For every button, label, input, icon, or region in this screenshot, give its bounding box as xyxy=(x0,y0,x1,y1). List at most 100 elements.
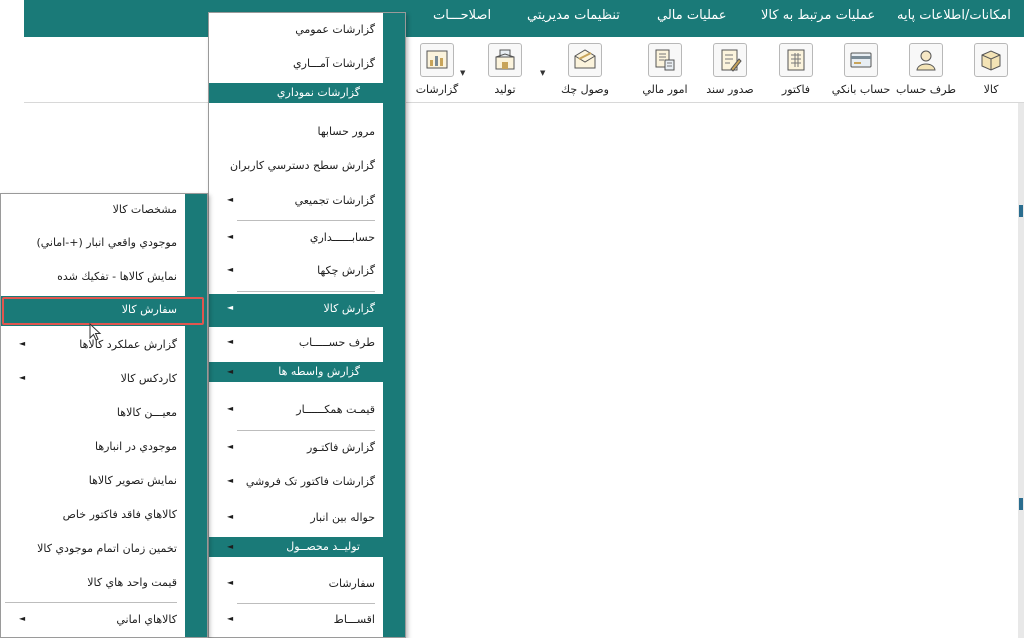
menu-item-goods-specs[interactable]: مشخصات کالا xyxy=(1,195,207,228)
menu-item-label: گزارشات تجمیعي xyxy=(294,194,375,207)
toolbar-reports-button[interactable]: گزارشات xyxy=(404,41,470,101)
right-scroll-marker xyxy=(1019,498,1023,510)
menu-item-partner-price[interactable]: قیمـت همکــــــار ◄ xyxy=(209,395,405,428)
submenu-arrow-icon: ◄ xyxy=(19,614,26,623)
submenu-arrow-icon: ◄ xyxy=(227,367,234,376)
menu-item-label: قیمت واحد هاي کالا xyxy=(87,576,177,589)
menu-item-real-inventory[interactable]: موجودي واقعي انبار (+-اماني) xyxy=(1,228,207,261)
menu-item-goods-performance[interactable]: گزارش عملکرد کالاها ◄ xyxy=(1,330,207,363)
menu-item-general-reports[interactable]: گزارشات عمومي xyxy=(209,15,405,48)
menu-item-label: معیـــن کالاها xyxy=(116,406,177,419)
toolbar-financial-affairs-button[interactable]: امور مالي xyxy=(632,41,698,101)
menu-item-user-access-report[interactable]: گزارش سطح دسترسي کاربران xyxy=(209,151,405,184)
toolbar-cheque-receive-button[interactable]: ▼ وصول چك xyxy=(540,41,618,101)
menu-separator xyxy=(237,430,375,431)
menu-item-label: طرف حســـــاب xyxy=(298,336,375,349)
menu-item-label: سفارشات xyxy=(328,577,375,590)
menu-item-goods-report[interactable]: گزارش کالا ◄ xyxy=(209,294,405,327)
menu-header-intermediaries-report: گزارش واسطه ها ◄ xyxy=(209,362,405,382)
submenu-arrow-icon: ◄ xyxy=(227,337,234,346)
submenu-arrow-icon: ◄ xyxy=(227,476,234,485)
window-left-edge xyxy=(0,0,24,37)
menu-item-goods-ledger[interactable]: معیـــن کالاها xyxy=(1,398,207,431)
menu-item-consignment-goods[interactable]: کالاهاي اماني ◄ xyxy=(1,605,207,638)
menu-item-statistical-reports[interactable]: گزارشات آمـــاري xyxy=(209,49,405,82)
toolbar-production-button[interactable]: ▼ تولید xyxy=(460,41,538,101)
menu-item-label: موجودي واقعي انبار (+-اماني) xyxy=(36,236,177,249)
menu-item-label: گزارش سطح دسترسي کاربران xyxy=(230,159,375,172)
menu-item-aggregate-reports[interactable]: گزارشات تجمیعي ◄ xyxy=(209,186,405,219)
box-icon xyxy=(974,43,1008,77)
toolbar-financial-affairs-label: امور مالي xyxy=(642,83,688,96)
right-scrollbar[interactable] xyxy=(1018,103,1024,638)
submenu-arrow-icon: ◄ xyxy=(19,339,26,348)
menu-item-unit-prices[interactable]: قیمت واحد هاي کالا xyxy=(1,568,207,601)
menu-item-orders[interactable]: سفارشات ◄ xyxy=(209,569,405,602)
menu-header-product-production: تولیــد محصــول ◄ xyxy=(209,537,405,557)
menu-separator xyxy=(5,602,177,603)
production-icon xyxy=(488,43,522,77)
menu-header-label: گزارشات نموداري xyxy=(276,86,360,99)
submenu-arrow-icon: ◄ xyxy=(227,195,234,204)
menu-item-label: حسابــــــداري xyxy=(309,231,375,244)
menu-item-cheque-report[interactable]: گزارش چکها ◄ xyxy=(209,256,405,289)
menu-financial[interactable]: عملیات مالي xyxy=(657,8,727,23)
menu-item-label: حواله بین انبار xyxy=(310,511,375,524)
menu-admin-settings[interactable]: تنظیمات مدیریتي xyxy=(527,8,620,23)
reports-dropdown-menu: گزارشات عمومي گزارشات آمـــاري گزارشات ن… xyxy=(208,12,406,638)
submenu-arrow-icon: ◄ xyxy=(227,442,234,451)
menu-item-label: موجودي در انبارها xyxy=(94,440,177,453)
menu-item-goods-images[interactable]: نمایش تصویر کالاها xyxy=(1,466,207,499)
toolbar-reports-label: گزارشات xyxy=(415,83,459,96)
menu-item-single-sale-invoice-reports[interactable]: گزارشات فاکتور تک فروشي ◄ xyxy=(209,467,405,500)
menu-item-label: نمایش تصویر کالاها xyxy=(88,474,177,487)
menu-item-goods-breakdown[interactable]: نمايش کالاها - تفکیك شده xyxy=(1,262,207,295)
cheque-envelope-icon xyxy=(568,43,602,77)
menu-header-label: تولیــد محصــول xyxy=(286,540,360,553)
menu-item-accounting[interactable]: حسابــــــداري ◄ xyxy=(209,223,405,256)
menu-item-label: گزارشات عمومي xyxy=(295,23,375,36)
focus-highlight-outline xyxy=(2,297,204,325)
right-scroll-marker xyxy=(1019,205,1023,217)
menu-item-goods-cardex[interactable]: کاردکس کالا ◄ xyxy=(1,364,207,397)
submenu-arrow-icon: ◄ xyxy=(227,512,234,521)
menu-item-label: مشخصات کالا xyxy=(112,203,177,216)
menu-item-warehouse-transfer[interactable]: حواله بین انبار ◄ xyxy=(209,503,405,536)
bank-card-icon xyxy=(844,43,878,77)
menu-item-label: کالاهاي اماني xyxy=(116,613,177,626)
submenu-arrow-icon: ◄ xyxy=(227,232,234,241)
menu-item-stock-depletion-estimate[interactable]: تخمین زمان اتمام موجودي کالا xyxy=(1,534,207,567)
document-edit-icon xyxy=(713,43,747,77)
menu-item-label: اقســـاط xyxy=(333,613,375,626)
menu-item-invoice-report[interactable]: گزارش فاکتـور ◄ xyxy=(209,433,405,466)
submenu-arrow-icon: ◄ xyxy=(227,542,234,551)
menu-item-account-party[interactable]: طرف حســـــاب ◄ xyxy=(209,328,405,361)
menu-goods-operations[interactable]: عملیات مرتبط به کالا xyxy=(761,8,875,23)
goods-report-submenu: مشخصات کالا موجودي واقعي انبار (+-اماني)… xyxy=(0,193,208,638)
menu-header-chart-reports: گزارشات نموداري xyxy=(209,83,405,103)
submenu-arrow-icon: ◄ xyxy=(227,265,234,274)
submenu-arrow-icon: ◄ xyxy=(227,614,234,623)
submenu-arrow-icon: ◄ xyxy=(227,303,234,312)
cheque-dropdown-arrow-icon[interactable]: ▼ xyxy=(540,69,545,77)
menu-header-label: گزارش واسطه ها xyxy=(278,365,360,378)
menu-basic-info[interactable]: امکانات/اطلاعات پایه xyxy=(897,8,1011,23)
submenu-arrow-icon: ◄ xyxy=(227,404,234,413)
mouse-cursor-icon xyxy=(89,323,102,341)
menu-item-label: قیمـت همکــــــار xyxy=(296,403,375,416)
menu-item-label: گزارشات آمـــاري xyxy=(293,57,375,70)
submenu-arrow-icon: ◄ xyxy=(19,373,26,382)
menu-separator xyxy=(237,291,375,292)
menu-item-accounts-review[interactable]: مرور حسابها xyxy=(209,117,405,150)
invoice-icon xyxy=(779,43,813,77)
submenu-arrow-icon: ◄ xyxy=(227,578,234,587)
person-icon xyxy=(909,43,943,77)
menu-separator xyxy=(237,220,375,221)
menu-item-label: گزارشات فاکتور تک فروشي xyxy=(245,475,375,488)
menu-item-goods-without-invoice[interactable]: کالاهاي فاقد فاکتور خاص xyxy=(1,500,207,533)
menu-corrections[interactable]: اصلاحـــات xyxy=(433,8,491,23)
menu-item-label: کالاهاي فاقد فاکتور خاص xyxy=(62,508,177,521)
menu-item-label: تخمین زمان اتمام موجودي کالا xyxy=(37,542,177,555)
menu-item-warehouse-stock[interactable]: موجودي در انبارها xyxy=(1,432,207,465)
menu-item-installments[interactable]: اقســـاط ◄ xyxy=(209,605,405,638)
